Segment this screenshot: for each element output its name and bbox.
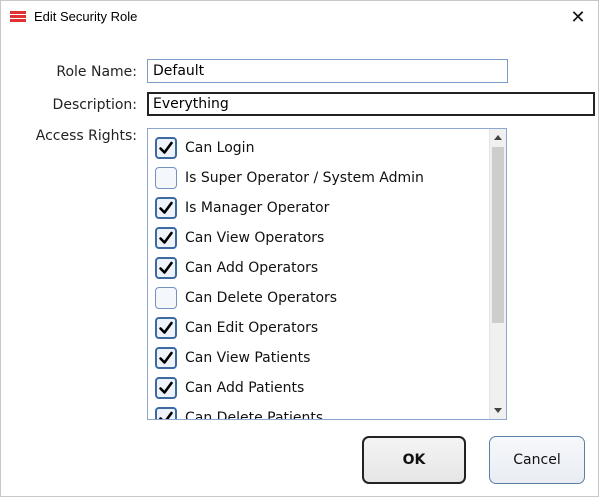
access-right-item[interactable]: Can Delete Operators — [155, 285, 337, 311]
access-right-label: Is Super Operator / System Admin — [185, 170, 424, 186]
check-icon — [159, 411, 173, 419]
scroll-up-button[interactable] — [490, 129, 506, 146]
edit-security-role-dialog: Edit Security Role ✕ Role Name: Descript… — [0, 0, 599, 497]
scroll-down-button[interactable] — [490, 402, 506, 419]
check-icon — [159, 381, 173, 394]
access-rights-list[interactable]: Can Login Is Super Operator / System Admi… — [147, 128, 507, 420]
cancel-button[interactable]: Cancel — [489, 436, 585, 484]
scrollbar-thumb[interactable] — [492, 147, 504, 323]
description-label: Description: — [52, 97, 137, 113]
access-right-item[interactable]: Is Super Operator / System Admin — [155, 165, 424, 191]
title-bar: Edit Security Role ✕ — [1, 1, 598, 33]
list-scrollbar[interactable] — [489, 129, 506, 419]
access-right-label: Can Delete Operators — [185, 290, 338, 306]
scroll-up-arrow-icon — [494, 135, 502, 140]
role-name-input[interactable] — [147, 59, 508, 83]
access-right-label: Is Manager Operator — [185, 200, 330, 216]
check-icon — [159, 351, 173, 364]
check-icon — [159, 321, 173, 334]
description-input[interactable] — [147, 92, 595, 116]
checkbox-unchecked[interactable] — [155, 287, 177, 309]
checkbox-checked[interactable] — [155, 317, 177, 339]
close-icon: ✕ — [570, 6, 586, 28]
check-icon — [159, 261, 173, 274]
access-right-label: Can Add Operators — [185, 260, 319, 276]
check-icon — [159, 201, 173, 214]
access-right-item[interactable]: Can Edit Operators — [155, 315, 318, 341]
access-right-item[interactable]: Is Manager Operator — [155, 195, 329, 221]
scroll-down-arrow-icon — [494, 408, 502, 413]
ok-button-label: OK — [402, 452, 426, 468]
access-right-item[interactable]: Can View Operators — [155, 225, 324, 251]
access-right-label: Can Login — [185, 140, 255, 156]
access-right-label: Can Edit Operators — [185, 320, 319, 336]
access-right-label: Can Add Patients — [185, 380, 305, 396]
checkbox-checked[interactable] — [155, 197, 177, 219]
access-right-item[interactable]: Can Delete Patients — [155, 405, 324, 420]
checkbox-checked[interactable] — [155, 227, 177, 249]
checkbox-checked[interactable] — [155, 377, 177, 399]
access-rights-label: Access Rights: — [35, 128, 137, 144]
checkbox-checked[interactable] — [155, 407, 177, 419]
check-icon — [159, 231, 173, 244]
checkbox-unchecked[interactable] — [155, 167, 177, 189]
access-right-label: Can Delete Patients — [185, 410, 324, 420]
cancel-button-label: Cancel — [513, 452, 561, 468]
checkbox-checked[interactable] — [155, 137, 177, 159]
checkbox-checked[interactable] — [155, 257, 177, 279]
window-title: Edit Security Role — [34, 9, 138, 24]
access-right-item[interactable]: Can Add Operators — [155, 255, 318, 281]
checkbox-checked[interactable] — [155, 347, 177, 369]
check-icon — [159, 141, 173, 154]
close-button[interactable]: ✕ — [558, 1, 598, 33]
access-right-item[interactable]: Can Add Patients — [155, 375, 304, 401]
access-right-label: Can View Patients — [185, 350, 311, 366]
role-name-label: Role Name: — [56, 64, 137, 80]
ok-button[interactable]: OK — [362, 436, 466, 484]
access-right-label: Can View Operators — [185, 230, 325, 246]
access-right-item[interactable]: Can View Patients — [155, 345, 310, 371]
access-right-item[interactable]: Can Login — [155, 135, 254, 161]
app-list-icon — [10, 11, 26, 23]
